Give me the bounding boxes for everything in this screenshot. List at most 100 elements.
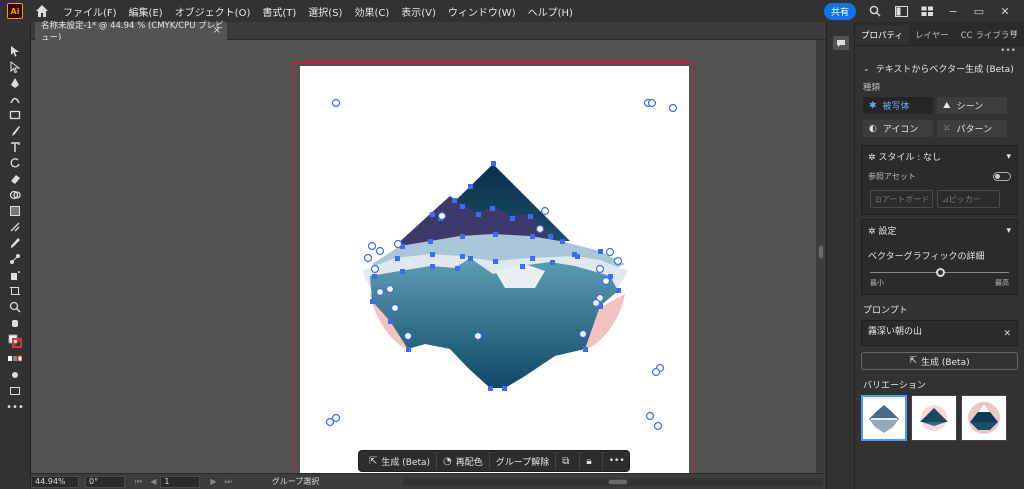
chevron-down-icon: ⌄ [863,64,870,73]
edit-toolbar-icon[interactable]: ••• [6,400,24,414]
pen-tool-icon[interactable] [7,76,23,90]
eraser-tool-icon[interactable] [7,172,23,186]
hand-tool-icon[interactable] [7,316,23,330]
rotation-field[interactable]: 0° [85,475,125,488]
picker-button[interactable]: ⊿ ピッカー [937,190,1000,208]
first-artboard-icon[interactable]: ⏮ [135,477,142,487]
type-options: ✱ 被写体 ⛰ シーン ◐ アイコン ⁙ パターン [855,95,1024,141]
zoom-tool-icon[interactable] [7,300,23,314]
mesh-tool-icon[interactable] [7,220,23,234]
selection-tool-icon[interactable] [7,44,23,58]
symbol-sprayer-tool-icon[interactable] [7,268,23,282]
shape-builder-tool-icon[interactable] [7,188,23,202]
rectangle-tool-icon[interactable] [7,108,23,122]
rotate-tool-icon[interactable] [7,156,23,170]
detail-slider[interactable]: 最小 最高 [862,266,1017,290]
prev-artboard-icon[interactable]: ◀ [150,477,156,486]
recolor-button[interactable]: ◔ 再配色 [437,452,490,470]
variation-thumbnail-1[interactable] [861,395,907,441]
tab-properties[interactable]: プロパティ [855,25,909,45]
mountain-artwork[interactable] [300,66,689,473]
artboard-icon: ⊡ [875,194,882,204]
tool-status[interactable]: グループ選択 [272,476,352,487]
paintbrush-tool-icon[interactable] [7,124,23,138]
generate-beta-button[interactable]: ⇱ 生成 (Beta) [363,452,438,470]
panel-menu-icon[interactable]: ≡ [1010,28,1018,39]
gradient-tool-icon[interactable] [7,204,23,218]
zoom-field[interactable]: 44.94% [31,475,79,488]
recolor-icon: ◔ [443,455,452,467]
share-button[interactable]: 共有 [823,2,856,20]
vertical-scroll-thumb[interactable] [818,245,824,259]
document-tab[interactable]: 名称未設定-1* @ 44.94 % (CMYK/CPU プレビュー) × [35,21,227,43]
minimize-icon[interactable]: − [946,4,960,18]
prompt-input[interactable]: 霧深い朝の山 ✕ [861,320,1018,346]
artboard-index-field[interactable]: 1 [160,475,201,488]
menu-file[interactable]: ファイル(F) [63,4,117,19]
close-window-icon[interactable]: ✕ [998,4,1012,18]
canvas[interactable]: ⇱ 生成 (Beta) ◔ 再配色 グループ解除 ⧉ 🔒︎ ••• [31,40,816,473]
menu-edit[interactable]: 編集(E) [129,4,163,19]
generate-icon: ⇱ [369,455,378,467]
home-icon[interactable] [35,4,49,18]
more-options-button[interactable]: ••• [603,452,631,470]
type-scene-button[interactable]: ⛰ シーン [937,97,1007,114]
arrange-button[interactable]: ⧉ [556,452,581,470]
maximize-icon[interactable]: ▭ [972,4,986,18]
generate-button[interactable]: ⇱ 生成 (Beta) [861,352,1018,370]
artboard-tool-icon[interactable] [7,284,23,298]
curvature-tool-icon[interactable] [7,92,23,106]
style-dropdown[interactable]: ✲ スタイル : なし ▾ [862,146,1017,167]
ungroup-button[interactable]: グループ解除 [490,452,557,470]
detail-label-row: ベクターグラフィックの詳細 [868,252,985,262]
illustrator-logo-icon: Ai [7,3,23,19]
slider-knob[interactable] [936,268,945,277]
draw-mode-icon[interactable] [7,368,23,382]
panel-tabs: プロパティ レイヤー CC ライブラリ ≡ [855,22,1024,46]
variation-thumbnail-2[interactable] [911,395,957,441]
vertical-scrollbar[interactable] [816,40,826,473]
horizontal-scroll-thumb[interactable] [608,479,628,485]
menu-window[interactable]: ウィンドウ(W) [448,4,516,19]
settings-caret-icon: ▾ [1006,225,1011,236]
clear-prompt-icon[interactable]: ✕ [1003,329,1011,339]
type-tool-icon[interactable] [7,140,23,154]
last-artboard-icon[interactable]: ⏭ [225,477,232,487]
panel-options-icon[interactable]: ••• [855,46,1024,58]
artboard[interactable] [300,66,689,473]
type-subject-button[interactable]: ✱ 被写体 [863,97,933,114]
text-to-vector-section-header[interactable]: ⌄ テキストからベクター生成 (Beta) [855,58,1024,79]
search-icon[interactable] [868,4,882,18]
variation-thumbnail-3[interactable] [961,395,1007,441]
tools-panel: ••• [0,22,31,489]
close-tab-icon[interactable]: × [213,25,221,36]
menu-select[interactable]: 選択(S) [308,4,342,19]
variations-label: バリエーション [863,381,926,391]
menu-effect[interactable]: 効果(C) [354,4,389,19]
color-mode-icon[interactable] [7,352,23,366]
blend-tool-icon[interactable] [7,252,23,266]
horizontal-scrollbar[interactable] [403,478,823,486]
next-artboard-icon[interactable]: ▶ [210,477,216,486]
style-box: ✲ スタイル : なし ▾ 参照アセット ⊡ アートボード ⊿ ピッカー [861,145,1018,215]
menu-help[interactable]: ヘルプ(H) [528,4,573,19]
type-icon-button[interactable]: ◐ アイコン [863,120,933,137]
direct-selection-tool-icon[interactable] [7,60,23,74]
menu-view[interactable]: 表示(V) [401,4,436,19]
artboard-asset-button[interactable]: ⊡ アートボード [870,190,933,208]
arrange-documents-icon[interactable] [920,4,934,18]
lock-button[interactable]: 🔒︎ [580,452,603,470]
comments-icon[interactable] [832,36,849,50]
menu-type[interactable]: 書式(T) [262,4,296,19]
screen-mode-icon[interactable] [7,384,23,398]
slider-max-label: 最高 [995,279,1009,287]
type-pattern-button[interactable]: ⁙ パターン [937,120,1007,137]
tab-layers[interactable]: レイヤー [909,25,955,45]
reference-asset-toggle[interactable] [993,172,1011,181]
eyedropper-tool-icon[interactable] [7,236,23,250]
subject-icon: ✱ [869,100,877,111]
menu-object[interactable]: オブジェクト(O) [175,4,251,19]
settings-dropdown[interactable]: ✲ 設定 ▾ [862,220,1017,241]
fill-stroke-icon[interactable] [7,332,23,350]
workspace-layout-icon[interactable] [894,4,908,18]
